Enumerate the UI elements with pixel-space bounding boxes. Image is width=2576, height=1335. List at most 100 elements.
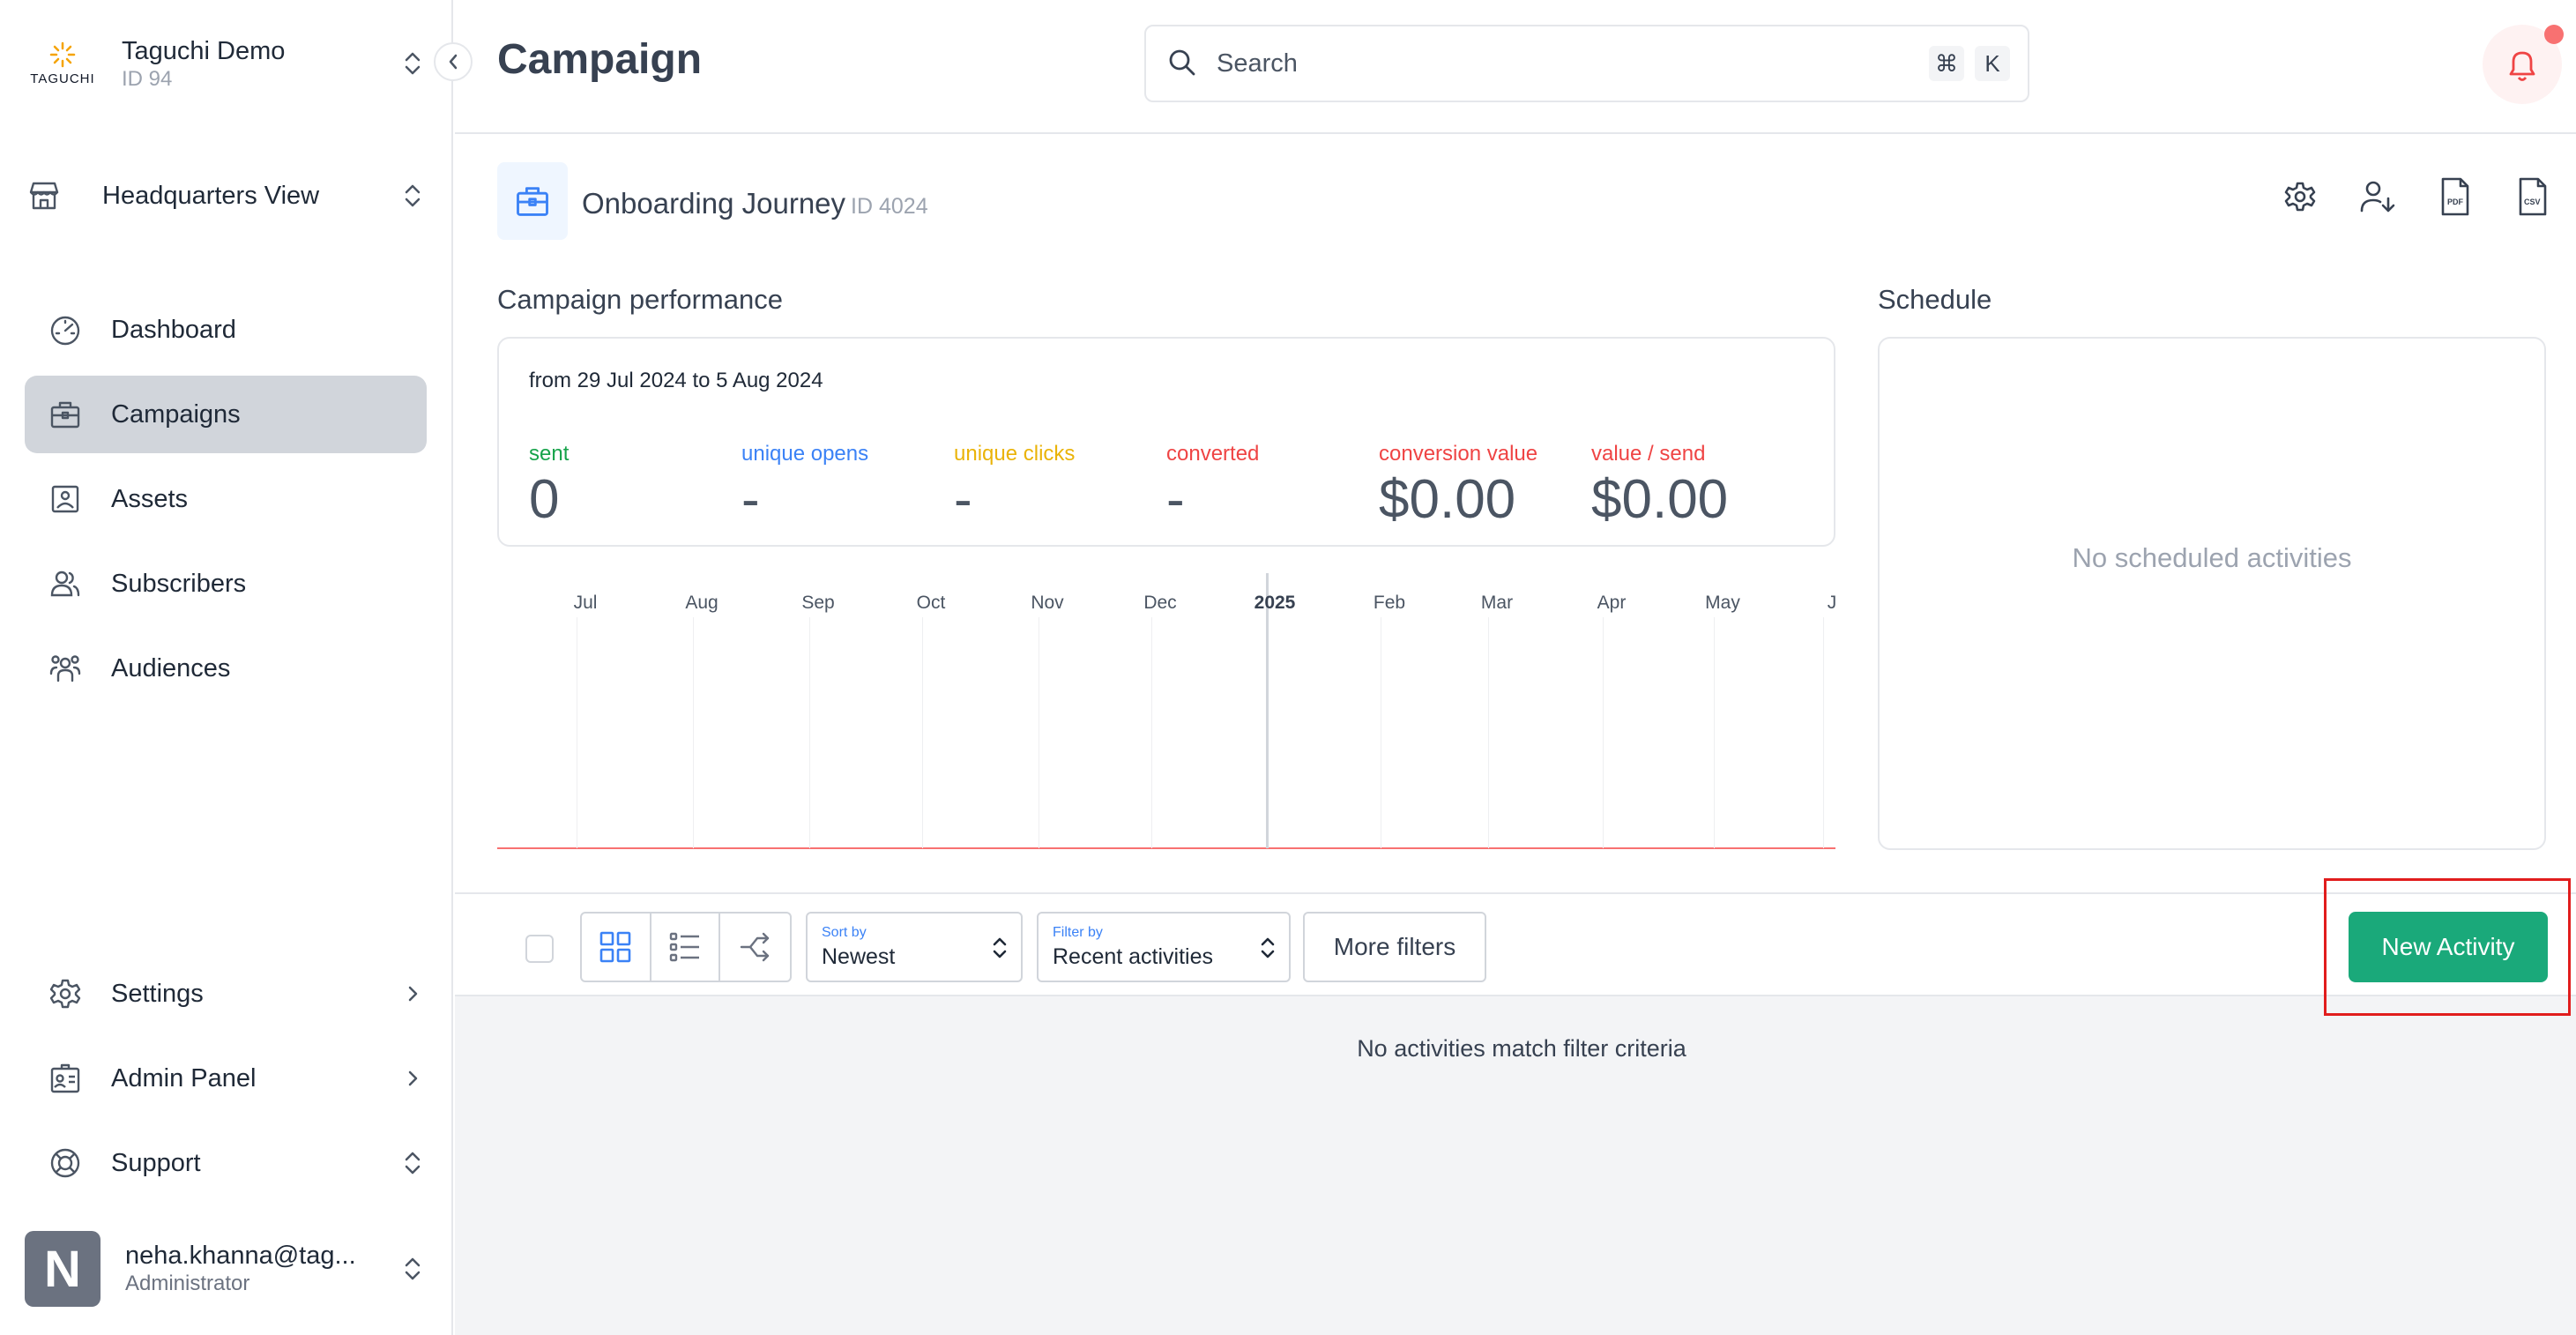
- filter-select[interactable]: Filter by Recent activities: [1037, 912, 1291, 982]
- campaign-name-text: Onboarding Journey: [582, 187, 846, 220]
- sun-logo-icon: [49, 41, 76, 67]
- org-switcher[interactable]: TAGUCHI Taguchi Demo ID 94: [25, 30, 430, 97]
- search-bar[interactable]: ⌘ K: [1144, 25, 2029, 102]
- timeline-gridline: [1714, 617, 1715, 848]
- timeline-gridline: [693, 617, 694, 848]
- main-nav: Dashboard Campaigns Assets Subscribers A…: [25, 291, 427, 714]
- activity-list: No activities match filter criteria: [455, 996, 2576, 1335]
- view-toggle-group: [580, 912, 792, 982]
- workspace-label: Headquarters View: [102, 181, 320, 210]
- top-header: Campaign ⌘ K: [455, 0, 2576, 134]
- chevron-right-icon: [395, 1061, 430, 1096]
- schedule-empty-text: No scheduled activities: [2072, 542, 2352, 573]
- timeline-baseline: [497, 847, 1835, 849]
- timeline-month-label: Oct: [916, 593, 946, 613]
- timeline-month-label: Apr: [1597, 593, 1627, 613]
- workspace-switcher[interactable]: Headquarters View: [25, 168, 430, 224]
- briefcase-icon: [517, 187, 548, 216]
- timeline-gridline: [1823, 617, 1824, 848]
- timeline-gridline: [809, 617, 810, 848]
- briefcase-icon: [46, 395, 85, 434]
- chevron-updown-icon: [395, 1251, 430, 1287]
- gear-icon: [46, 974, 85, 1013]
- date-range: from 29 Jul 2024 to 5 Aug 2024: [529, 369, 823, 392]
- search-icon: [1165, 46, 1199, 79]
- highlight-annotation: [2324, 878, 2571, 1016]
- metric-label: unique opens: [741, 442, 869, 466]
- shortcut-modifier: ⌘: [1929, 46, 1964, 81]
- gear-icon[interactable]: [2280, 176, 2320, 217]
- metric-value: -: [741, 469, 760, 530]
- metric-label: conversion value: [1379, 442, 1538, 466]
- chevron-updown-icon: [991, 935, 1009, 961]
- org-name: Taguchi Demo: [122, 37, 286, 65]
- timeline-gridline: [922, 617, 923, 848]
- chevron-updown-icon: [395, 1145, 430, 1181]
- chevron-left-icon: [449, 54, 458, 70]
- timeline-month-label: Mar: [1480, 593, 1514, 613]
- sidebar-item-label: Assets: [111, 484, 189, 513]
- filter-caption: Filter by: [1053, 925, 1103, 940]
- gauge-icon: [46, 310, 85, 349]
- user-role: Administrator: [125, 1272, 250, 1295]
- campaign-toolbar: PDF CSV: [2280, 176, 2553, 217]
- sidebar-item-audiences[interactable]: Audiences: [25, 630, 427, 707]
- grid-view-button[interactable]: [582, 914, 651, 981]
- metric-unique-opens: unique opens -: [741, 441, 953, 531]
- sidebar-item-admin-panel[interactable]: Admin Panel: [25, 1040, 430, 1117]
- list-view-button[interactable]: [651, 914, 721, 981]
- image-icon: [46, 480, 85, 518]
- shortcut-key: K: [1975, 46, 2010, 81]
- timeline-month-label: 2025: [1254, 593, 1296, 613]
- sidebar-item-assets[interactable]: Assets: [25, 460, 427, 538]
- performance-title: Campaign performance: [497, 284, 783, 315]
- performance-card: from 29 Jul 2024 to 5 Aug 2024 sent 0 un…: [497, 337, 1835, 547]
- storefront-icon: [25, 176, 63, 215]
- timeline-month-label: Feb: [1373, 593, 1406, 613]
- timeline-gridline: [1266, 573, 1269, 848]
- sidebar-item-dashboard[interactable]: Dashboard: [25, 291, 427, 369]
- timeline-gridline: [1603, 617, 1604, 848]
- users-icon: [46, 564, 85, 603]
- pdf-file-icon[interactable]: PDF: [2435, 176, 2475, 217]
- metric-value-per-send: value / send $0.00: [1591, 441, 1803, 531]
- campaign-icon: [497, 162, 568, 240]
- user-download-icon[interactable]: [2357, 176, 2398, 217]
- schedule-title: Schedule: [1878, 284, 1992, 315]
- timeline-month-label: Dec: [1143, 593, 1177, 613]
- metric-value: $0.00: [1591, 469, 1729, 530]
- timeline-month-label: Jul: [573, 593, 598, 613]
- campaign-id: ID 4024: [851, 194, 928, 219]
- sidebar-item-label: Audiences: [111, 653, 231, 682]
- sidebar-item-support[interactable]: Support: [25, 1124, 430, 1202]
- activities-empty-text: No activities match filter criteria: [1357, 1035, 1686, 1062]
- sidebar-item-label: Dashboard: [111, 315, 236, 344]
- sort-select[interactable]: Sort by Newest: [806, 912, 1023, 982]
- filter-value: Recent activities: [1053, 944, 1214, 969]
- chevron-updown-icon[interactable]: [395, 178, 430, 213]
- split-icon: [740, 932, 769, 962]
- flow-view-button[interactable]: [720, 914, 790, 981]
- more-filters-button[interactable]: More filters: [1303, 912, 1486, 982]
- timeline-month-label: Nov: [1031, 593, 1064, 613]
- timeline-gridline: [1151, 617, 1152, 848]
- timeline-gridline: [1488, 617, 1489, 848]
- collapse-sidebar-button[interactable]: [434, 42, 473, 81]
- metric-label: value / send: [1591, 442, 1706, 466]
- metric-label: sent: [529, 442, 570, 466]
- sidebar-item-label: Support: [111, 1148, 201, 1177]
- chevron-updown-icon[interactable]: [395, 46, 430, 81]
- csv-file-icon[interactable]: CSV: [2513, 176, 2553, 217]
- chevron-right-icon: [395, 976, 430, 1011]
- metric-conversion-value: conversion value $0.00: [1379, 441, 1590, 531]
- sidebar-item-subscribers[interactable]: Subscribers: [25, 545, 427, 623]
- sidebar-item-campaigns[interactable]: Campaigns: [25, 376, 427, 453]
- sidebar-item-settings[interactable]: Settings: [25, 955, 430, 1033]
- select-all-checkbox[interactable]: [525, 935, 554, 963]
- metric-value: $0.00: [1379, 469, 1516, 530]
- svg-text:CSV: CSV: [2524, 198, 2541, 206]
- logo-wordmark: TAGUCHI: [30, 71, 95, 86]
- metric-converted: converted -: [1166, 441, 1378, 531]
- user-menu[interactable]: N neha.khanna@tag... Administrator: [25, 1231, 430, 1307]
- search-input[interactable]: [1217, 44, 1904, 83]
